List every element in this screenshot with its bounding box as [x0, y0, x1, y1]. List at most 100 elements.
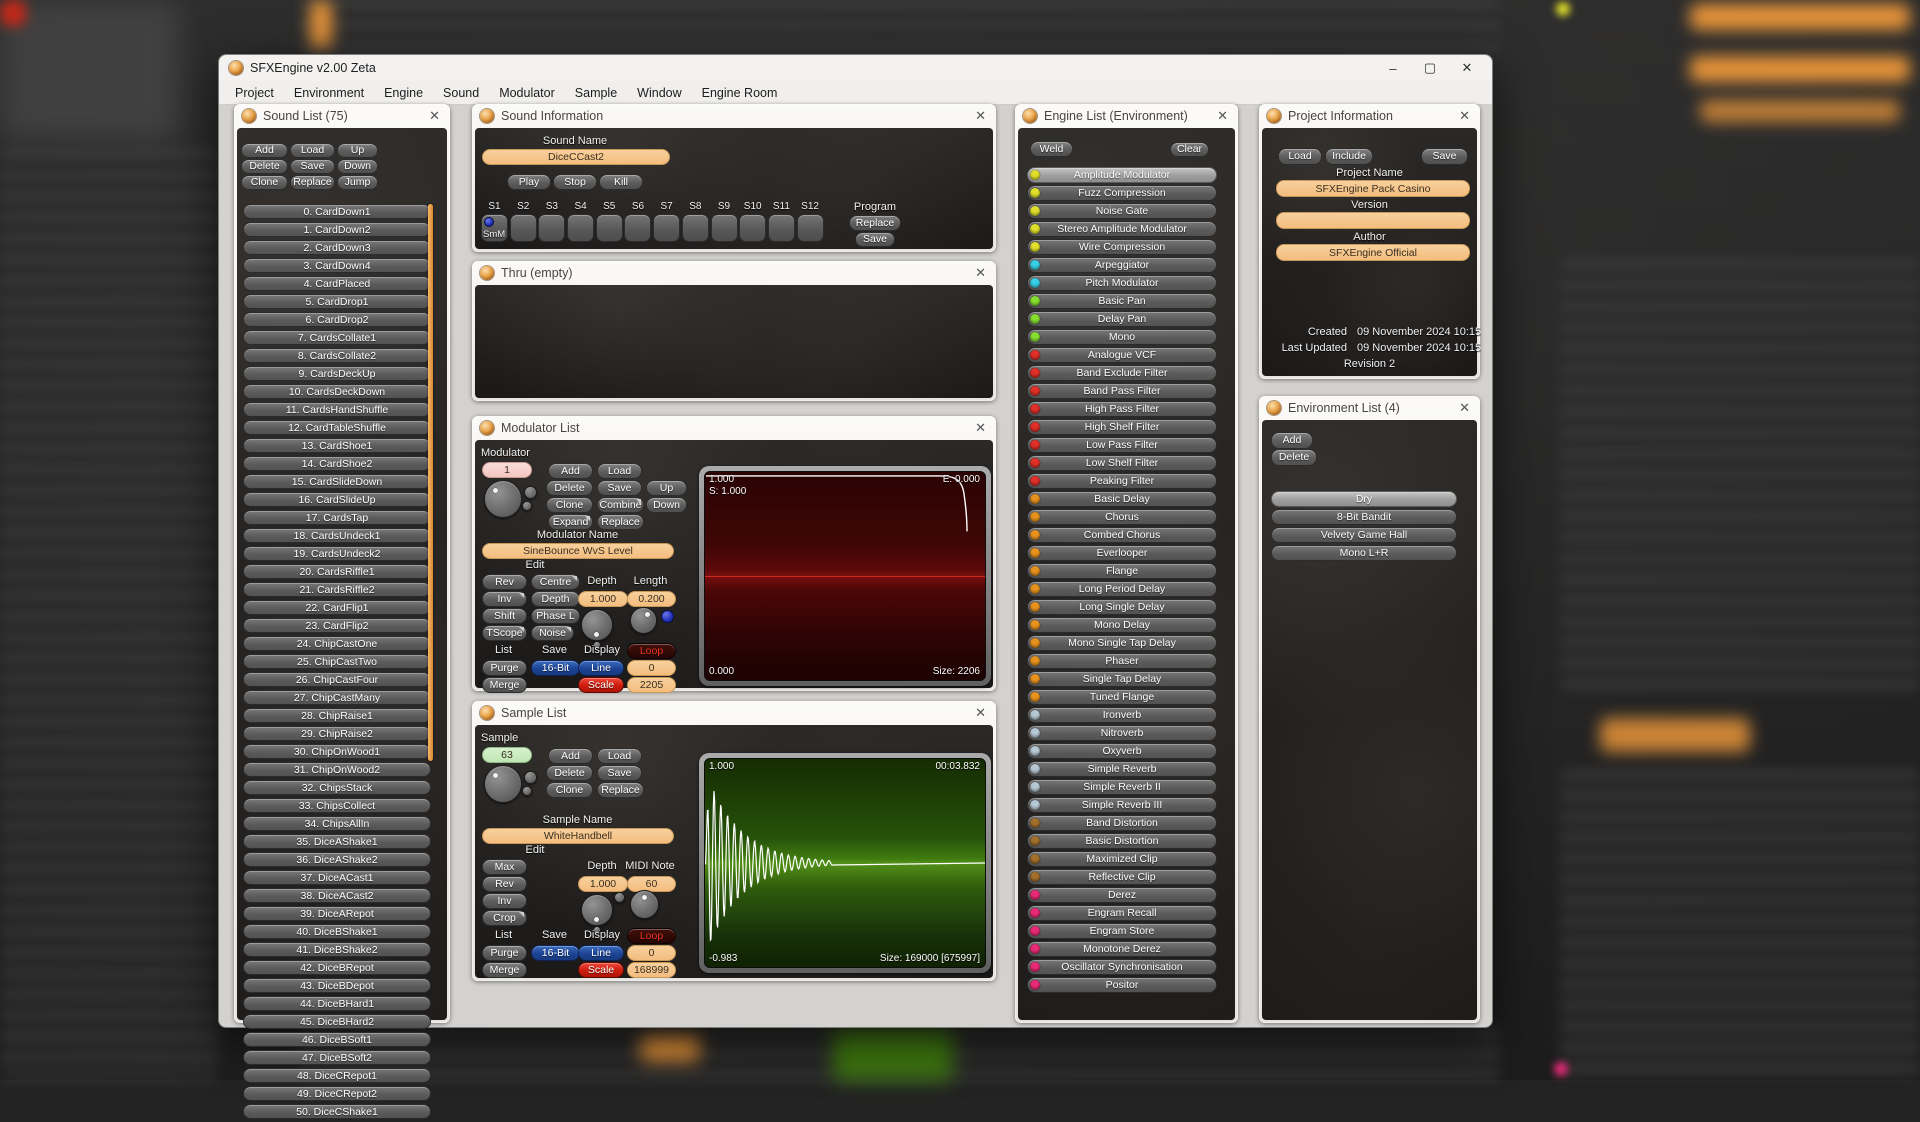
engine-list-item[interactable]: Pitch Modulator: [1027, 275, 1217, 291]
sample-select-knob[interactable]: [484, 765, 522, 803]
environment-list-item[interactable]: Velvety Game Hall: [1271, 527, 1457, 543]
sound-slot[interactable]: [567, 214, 594, 242]
sample-merge-button[interactable]: Merge: [482, 962, 527, 978]
sound-list-item[interactable]: 37. DiceACast1: [243, 870, 431, 885]
sound-list-item[interactable]: 10. CardsDeckDown: [243, 384, 431, 399]
sound-slot[interactable]: [510, 214, 537, 242]
modulator-display[interactable]: 1.000 S: 1.000 E: 0.000 0.000 Size: 2206: [704, 471, 986, 681]
engine-list-item[interactable]: Chorus: [1027, 509, 1217, 525]
mod-replace-button[interactable]: Replace: [597, 514, 644, 530]
engine-list-item[interactable]: Engram Store: [1027, 923, 1217, 939]
engine-list-item[interactable]: Band Pass Filter: [1027, 383, 1217, 399]
sample-16bit-button[interactable]: 16-Bit: [531, 945, 580, 961]
close-icon[interactable]: ✕: [973, 108, 988, 124]
sound-list-item[interactable]: 48. DiceCRepot1: [243, 1068, 431, 1083]
sound-list-item[interactable]: 29. ChipRaise2: [243, 726, 431, 741]
sound-list-item[interactable]: 5. CardDrop1: [243, 294, 431, 309]
sound-list-item[interactable]: 49. DiceCRepot2: [243, 1086, 431, 1101]
sample-rev-button[interactable]: Rev: [482, 876, 527, 892]
engine-list-item[interactable]: Engram Recall: [1027, 905, 1217, 921]
close-icon[interactable]: ✕: [973, 420, 988, 436]
sound-list-item[interactable]: 0. CardDown1: [243, 204, 431, 219]
sound-clone-button[interactable]: Clone: [241, 175, 288, 190]
sound-list-item[interactable]: 1. CardDown2: [243, 222, 431, 237]
engine-list-item[interactable]: Nitroverb: [1027, 725, 1217, 741]
modulator-name-field[interactable]: SineBounce WvS Level: [482, 543, 674, 559]
engine-list-item[interactable]: Band Exclude Filter: [1027, 365, 1217, 381]
sound-list-item[interactable]: 6. CardDrop2: [243, 312, 431, 327]
mod-end-field[interactable]: 2205: [627, 677, 676, 693]
sound-slot[interactable]: [538, 214, 565, 242]
mod-scale-button[interactable]: Scale: [578, 677, 624, 693]
mod-combine-button[interactable]: Combine: [597, 497, 644, 513]
sound-list-item[interactable]: 2. CardDown3: [243, 240, 431, 255]
engine-list-item[interactable]: Derez: [1027, 887, 1217, 903]
sample-clone-button[interactable]: Clone: [546, 782, 593, 798]
mod-start-field[interactable]: 0: [627, 660, 676, 676]
sound-up-button[interactable]: Up: [337, 143, 378, 158]
sample-start-field[interactable]: 0: [627, 945, 676, 961]
mod-up-button[interactable]: Up: [646, 480, 687, 496]
sound-list-item[interactable]: 33. ChipsCollect: [243, 798, 431, 813]
close-icon[interactable]: ✕: [973, 265, 988, 281]
kill-button[interactable]: Kill: [599, 174, 643, 190]
sound-list-item[interactable]: 24. ChipCastOne: [243, 636, 431, 651]
sample-display[interactable]: 1.000 00:03.832 -0.983 Size: 169000 [675…: [704, 758, 986, 968]
sample-depth-field[interactable]: 1.000: [578, 876, 628, 892]
mod-centre-button[interactable]: Centre: [531, 574, 580, 590]
sound-slot[interactable]: [682, 214, 709, 242]
mod-save-button[interactable]: Save: [597, 480, 642, 496]
sound-load-button[interactable]: Load: [290, 143, 335, 158]
sample-inv-button[interactable]: Inv: [482, 893, 527, 909]
sound-jump-button[interactable]: Jump: [337, 175, 378, 190]
engine-list-item[interactable]: Positor: [1027, 977, 1217, 993]
sound-list-item[interactable]: 38. DiceACast2: [243, 888, 431, 903]
sound-replace-button[interactable]: Replace: [290, 175, 335, 190]
engine-list-item[interactable]: Combed Chorus: [1027, 527, 1217, 543]
sound-list-item[interactable]: 8. CardsCollate2: [243, 348, 431, 363]
sample-max-button[interactable]: Max: [482, 859, 527, 875]
engine-list-item[interactable]: Amplitude Modulator: [1027, 167, 1217, 183]
version-field[interactable]: [1276, 212, 1470, 229]
project-name-field[interactable]: SFXEngine Pack Casino: [1276, 180, 1470, 197]
sound-slot[interactable]: [653, 214, 680, 242]
sound-down-button[interactable]: Down: [337, 159, 378, 174]
sound-list-item[interactable]: 23. CardFlip2: [243, 618, 431, 633]
sound-list-item[interactable]: 22. CardFlip1: [243, 600, 431, 615]
sound-list-item[interactable]: 26. ChipCastFour: [243, 672, 431, 687]
sound-list-item[interactable]: 32. ChipsStack: [243, 780, 431, 795]
close-icon[interactable]: ✕: [973, 705, 988, 721]
engine-list-item[interactable]: Basic Distortion: [1027, 833, 1217, 849]
engine-list-item[interactable]: Long Single Delay: [1027, 599, 1217, 615]
menu-item[interactable]: Project: [225, 83, 284, 103]
menu-item[interactable]: Sound: [433, 83, 489, 103]
sound-slot[interactable]: [797, 214, 824, 242]
mod-depth-button[interactable]: Depth: [531, 591, 580, 607]
author-field[interactable]: SFXEngine Official: [1276, 244, 1470, 261]
mod-loop-button[interactable]: Loop: [627, 643, 676, 659]
environment-list-item[interactable]: 8-Bit Bandit: [1271, 509, 1457, 525]
engine-list-item[interactable]: Fuzz Compression: [1027, 185, 1217, 201]
mod-16bit-button[interactable]: 16-Bit: [531, 660, 580, 676]
engine-list-item[interactable]: Stereo Amplitude Modulator: [1027, 221, 1217, 237]
sound-list-item[interactable]: 42. DiceBRepot: [243, 960, 431, 975]
project-load-button[interactable]: Load: [1278, 148, 1322, 165]
close-icon[interactable]: ✕: [1215, 108, 1230, 124]
sound-list-item[interactable]: 31. ChipOnWood2: [243, 762, 431, 777]
sound-list-item[interactable]: 7. CardsCollate1: [243, 330, 431, 345]
sample-name-field[interactable]: WhiteHandbell: [482, 828, 674, 844]
length-value-field[interactable]: 0.200: [627, 591, 676, 607]
sound-list-item[interactable]: 39. DiceARepot: [243, 906, 431, 921]
engine-list-item[interactable]: Wire Compression: [1027, 239, 1217, 255]
engine-list-item[interactable]: Everlooper: [1027, 545, 1217, 561]
engine-list-item[interactable]: Low Pass Filter: [1027, 437, 1217, 453]
mod-clone-button[interactable]: Clone: [546, 497, 593, 513]
sample-loop-button[interactable]: Loop: [627, 928, 676, 944]
sound-list-item[interactable]: 45. DiceBHard2: [243, 1014, 431, 1029]
midi-note-field[interactable]: 60: [627, 876, 676, 892]
depth-knob[interactable]: [581, 609, 613, 641]
engine-list-item[interactable]: Maximized Clip: [1027, 851, 1217, 867]
sample-crop-button[interactable]: Crop: [482, 910, 527, 926]
play-button[interactable]: Play: [507, 174, 551, 190]
sound-delete-button[interactable]: Delete: [241, 159, 288, 174]
